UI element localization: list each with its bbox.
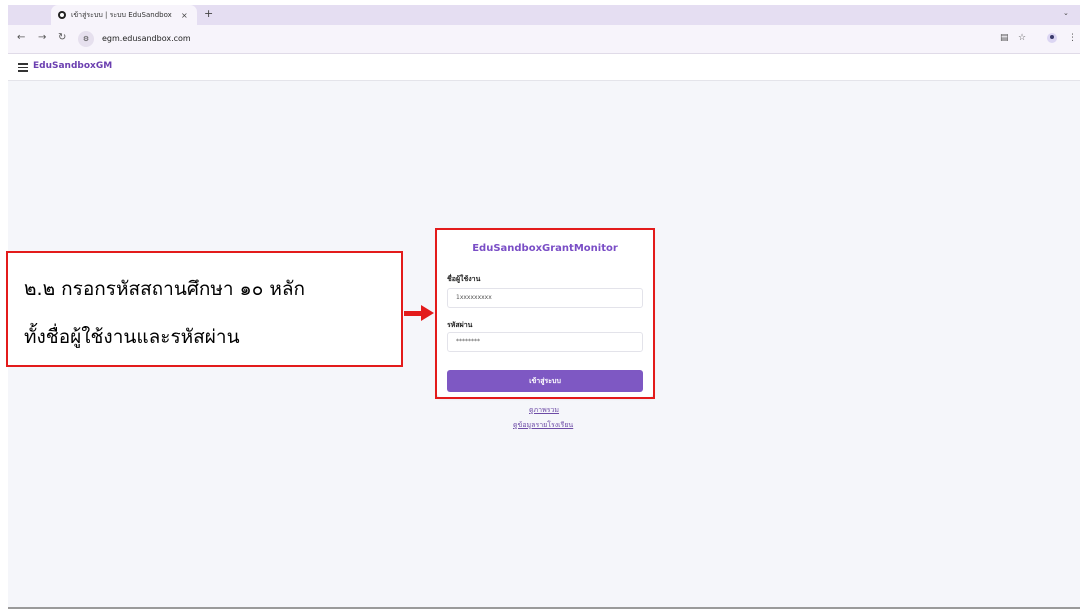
- hamburger-menu-icon[interactable]: [18, 63, 28, 72]
- site-favicon-icon: [58, 11, 66, 19]
- annotation-arrow-shaft: [404, 311, 422, 316]
- back-arrow-icon[interactable]: ←: [17, 32, 25, 44]
- overview-link[interactable]: ดูภาพรวม: [529, 405, 559, 416]
- tab-close-icon[interactable]: ×: [181, 11, 188, 20]
- annotation-callout: ๒.๒ กรอกรหัสสถานศึกษา ๑๐ หลัก ทั้งชื่อผู…: [6, 251, 403, 367]
- url-text: egm.edusandbox.com: [102, 34, 191, 43]
- annotation-arrow-icon: [421, 305, 434, 321]
- bookmark-star-icon[interactable]: ☆: [1018, 32, 1026, 44]
- tab-search-chevron-icon[interactable]: ⌄: [1063, 9, 1069, 17]
- bottom-divider: [8, 607, 1080, 609]
- reload-icon[interactable]: ↻: [58, 32, 66, 44]
- highlight-frame: [435, 228, 655, 399]
- profile-avatar-icon[interactable]: [1047, 33, 1057, 43]
- address-bar[interactable]: ⚙ egm.edusandbox.com: [78, 31, 978, 47]
- tab-title: เข้าสู่ระบบ | ระบบ EduSandbox: [71, 10, 172, 19]
- translate-icon[interactable]: ▤: [1000, 32, 1009, 44]
- new-tab-button[interactable]: +: [204, 6, 213, 22]
- brand-name[interactable]: EduSandboxGM: [33, 61, 112, 71]
- annotation-line-2: ทั้งชื่อผู้ใช้งานและรหัสผ่าน: [24, 326, 240, 348]
- browser-menu-icon[interactable]: ⋮: [1068, 32, 1077, 44]
- browser-tab[interactable]: เข้าสู่ระบบ | ระบบ EduSandbox ×: [51, 5, 197, 25]
- school-data-link[interactable]: ดูข้อมูลรายโรงเรียน: [513, 420, 573, 431]
- forward-arrow-icon[interactable]: →: [38, 32, 46, 44]
- site-settings-icon[interactable]: ⚙: [78, 31, 94, 47]
- browser-toolbar: ← → ↻ ⚙ egm.edusandbox.com ▤ ☆ ⋮: [8, 25, 1080, 54]
- app-header: EduSandboxGM: [8, 54, 1080, 81]
- annotation-line-1: ๒.๒ กรอกรหัสสถานศึกษา ๑๐ หลัก: [24, 278, 306, 300]
